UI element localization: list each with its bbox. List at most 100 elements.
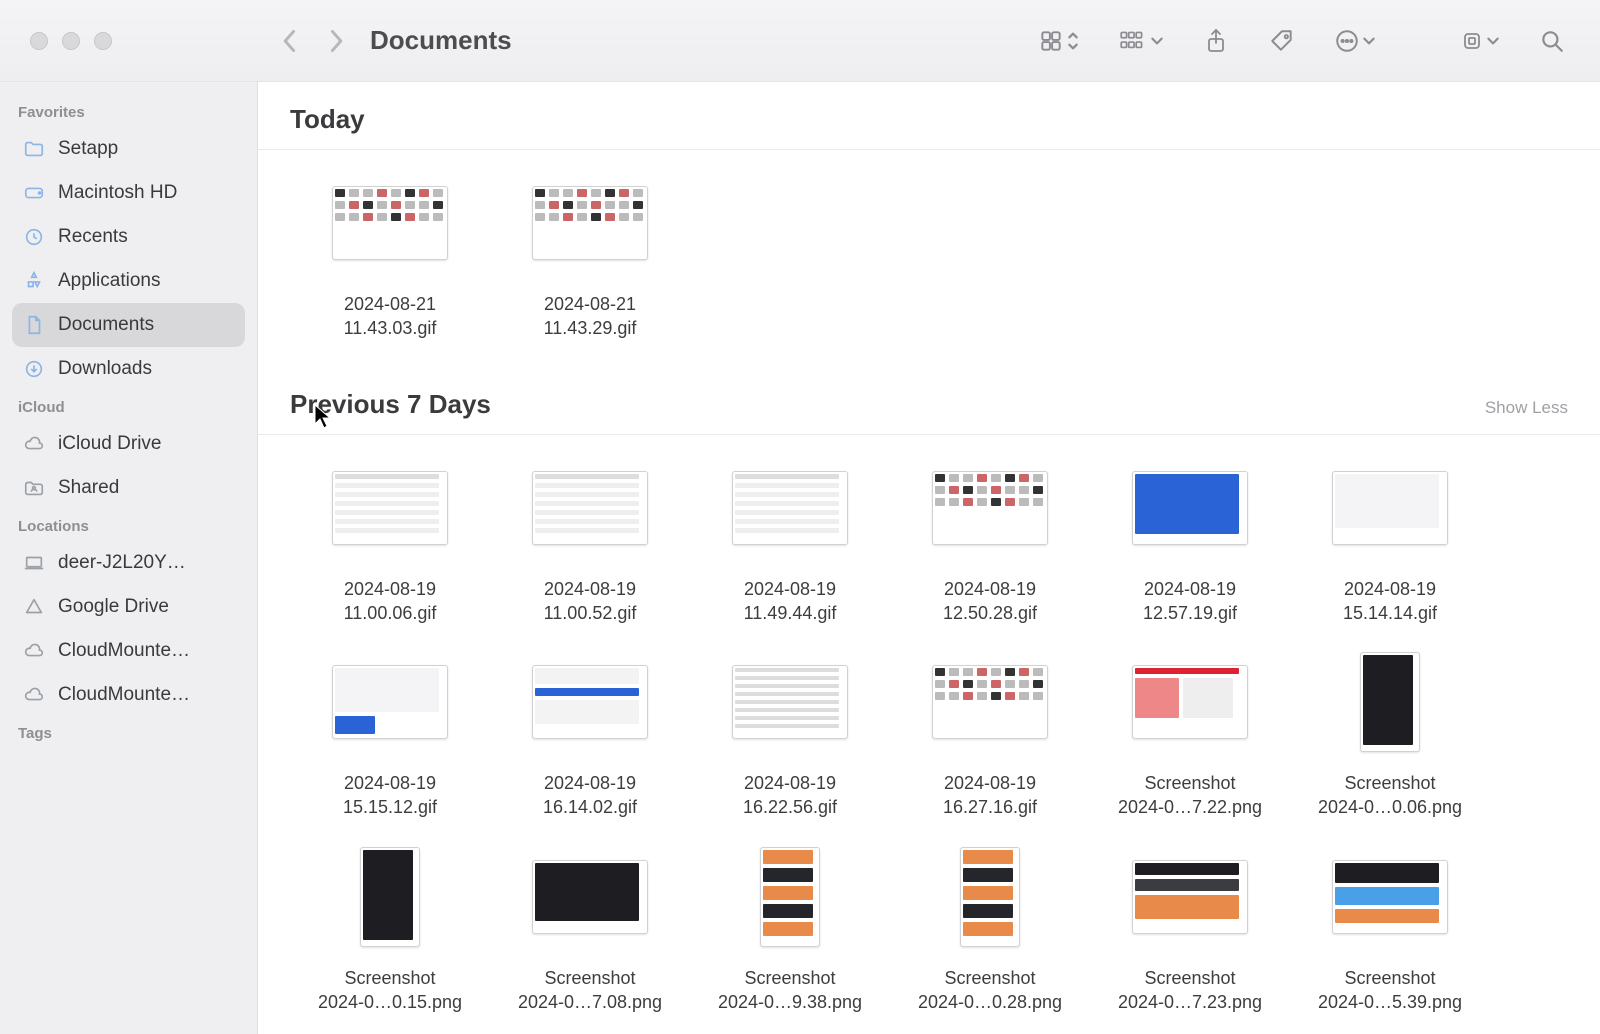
sidebar-item-label: Downloads (58, 358, 152, 380)
laptop-icon (22, 551, 46, 575)
group-by-control[interactable] (1118, 28, 1164, 54)
file-item[interactable]: Screenshot2024-0…7.23.png (1090, 838, 1290, 1015)
file-name-line2: 2024-0…5.39.png (1318, 990, 1462, 1014)
file-item[interactable]: Screenshot2024-0…7.22.png (1090, 643, 1290, 820)
minimize-window-button[interactable] (62, 32, 80, 50)
file-name: Screenshot2024-0…7.22.png (1118, 771, 1262, 820)
chevron-down-icon (1150, 34, 1164, 48)
file-name-line1: 2024-08-21 (544, 294, 636, 314)
sidebar-item-applications[interactable]: Applications (12, 259, 245, 303)
tags-button[interactable] (1260, 21, 1304, 61)
sidebar-item-icloud-drive[interactable]: iCloud Drive (12, 422, 245, 466)
file-name-line2: 2024-0…0.15.png (318, 990, 462, 1014)
file-name-line2: 11.00.52.gif (544, 601, 637, 625)
share-button[interactable] (1194, 21, 1238, 61)
file-name-line2: 11.00.06.gif (344, 601, 437, 625)
file-name-line1: 2024-08-19 (744, 773, 836, 793)
file-item[interactable]: 2024-08-1911.00.06.gif (290, 449, 490, 626)
file-item[interactable]: Screenshot2024-0…7.08.png (490, 838, 690, 1015)
file-thumbnail (1132, 449, 1248, 567)
forward-button[interactable] (318, 21, 354, 61)
sidebar-item-shared[interactable]: Shared (12, 466, 245, 510)
show-less-button[interactable]: Show Less (1485, 398, 1568, 418)
file-grid: 2024-08-2111.43.03.gif2024-08-2111.43.29… (258, 150, 1600, 367)
close-window-button[interactable] (30, 32, 48, 50)
clock-icon (22, 225, 46, 249)
file-name-line1: 2024-08-19 (344, 773, 436, 793)
updown-icon (1066, 30, 1080, 52)
file-item[interactable]: Screenshot2024-0…9.38.png (690, 838, 890, 1015)
ellipsis-circle-icon (1334, 28, 1360, 54)
file-item[interactable]: 2024-08-1911.00.52.gif (490, 449, 690, 626)
file-name-line1: Screenshot (1144, 968, 1235, 988)
sidebar-item-label: Documents (58, 314, 154, 336)
file-name-line2: 2024-0…7.22.png (1118, 795, 1262, 819)
file-item[interactable]: 2024-08-1915.15.12.gif (290, 643, 490, 820)
group-header: Today (258, 82, 1600, 150)
file-name-line1: Screenshot (1344, 773, 1435, 793)
file-name-line2: 11.43.29.gif (544, 316, 637, 340)
sidebar-item-google-drive[interactable]: Google Drive (12, 585, 245, 629)
file-name-line1: Screenshot (944, 968, 1035, 988)
google-drive-icon (22, 595, 46, 619)
file-thumbnail (932, 643, 1048, 761)
file-thumbnail (1332, 449, 1448, 567)
sidebar-item-documents[interactable]: Documents (12, 303, 245, 347)
extension-button[interactable] (1460, 29, 1500, 53)
document-icon (22, 313, 46, 337)
sidebar-item-cloudmounte[interactable]: CloudMounte… (12, 673, 245, 717)
icon-view-icon (1038, 28, 1064, 54)
file-name-line2: 16.27.16.gif (943, 795, 1037, 819)
file-item[interactable]: 2024-08-1915.14.14.gif (1290, 449, 1490, 626)
sidebar-item-setapp[interactable]: Setapp (12, 127, 245, 171)
file-item[interactable]: 2024-08-1911.49.44.gif (690, 449, 890, 626)
view-mode-control[interactable] (1038, 28, 1080, 54)
file-item[interactable]: Screenshot2024-0…0.28.png (890, 838, 1090, 1015)
back-button[interactable] (272, 21, 308, 61)
sidebar-section-title: iCloud (12, 391, 245, 422)
folder-icon (22, 137, 46, 161)
file-name-line2: 15.15.12.gif (343, 795, 437, 819)
file-item[interactable]: Screenshot2024-0…5.39.png (1290, 838, 1490, 1015)
file-item[interactable]: 2024-08-1916.14.02.gif (490, 643, 690, 820)
file-item[interactable]: 2024-08-1916.22.56.gif (690, 643, 890, 820)
file-thumbnail (332, 164, 448, 282)
search-button[interactable] (1530, 21, 1574, 61)
sidebar-item-label: iCloud Drive (58, 433, 161, 455)
file-name: 2024-08-1915.14.14.gif (1343, 577, 1437, 626)
file-name-line2: 12.50.28.gif (943, 601, 1037, 625)
sidebar-item-cloudmounte[interactable]: CloudMounte… (12, 629, 245, 673)
sidebar-item-label: Applications (58, 270, 160, 292)
file-grid: 2024-08-1911.00.06.gif2024-08-1911.00.52… (258, 435, 1600, 1034)
sidebar-item-label: Google Drive (58, 596, 169, 618)
sidebar-item-recents[interactable]: Recents (12, 215, 245, 259)
file-thumbnail (332, 643, 448, 761)
sidebar-item-label: Setapp (58, 138, 118, 160)
chevron-down-icon (1362, 34, 1376, 48)
file-item[interactable]: 2024-08-1912.57.19.gif (1090, 449, 1290, 626)
file-item[interactable]: Screenshot2024-0…0.06.png (1290, 643, 1490, 820)
file-thumbnail (732, 643, 848, 761)
file-name-line2: 12.57.19.gif (1143, 601, 1237, 625)
file-thumbnail (332, 449, 448, 567)
zoom-window-button[interactable] (94, 32, 112, 50)
action-menu-button[interactable] (1334, 28, 1376, 54)
file-item[interactable]: 2024-08-1912.50.28.gif (890, 449, 1090, 626)
sidebar-item-deer-j2l20y[interactable]: deer-J2L20Y… (12, 541, 245, 585)
group-title: Previous 7 Days (290, 389, 491, 420)
sidebar: FavoritesSetappMacintosh HDRecentsApplic… (0, 82, 258, 1034)
file-name-line2: 2024-0…7.08.png (518, 990, 662, 1014)
file-item[interactable]: 2024-08-2111.43.29.gif (490, 164, 690, 341)
file-name: 2024-08-1916.22.56.gif (743, 771, 837, 820)
file-item[interactable]: 2024-08-1916.27.16.gif (890, 643, 1090, 820)
sidebar-item-macintosh-hd[interactable]: Macintosh HD (12, 171, 245, 215)
file-thumbnail (732, 449, 848, 567)
file-name: 2024-08-1916.14.02.gif (543, 771, 637, 820)
file-item[interactable]: Screenshot2024-0…0.15.png (290, 838, 490, 1015)
file-name: Screenshot2024-0…9.38.png (718, 966, 862, 1015)
file-thumbnail (1132, 643, 1248, 761)
file-item[interactable]: 2024-08-2111.43.03.gif (290, 164, 490, 341)
sidebar-item-downloads[interactable]: Downloads (12, 347, 245, 391)
file-name: 2024-08-1911.00.52.gif (544, 577, 637, 626)
sidebar-item-label: deer-J2L20Y… (58, 552, 186, 574)
